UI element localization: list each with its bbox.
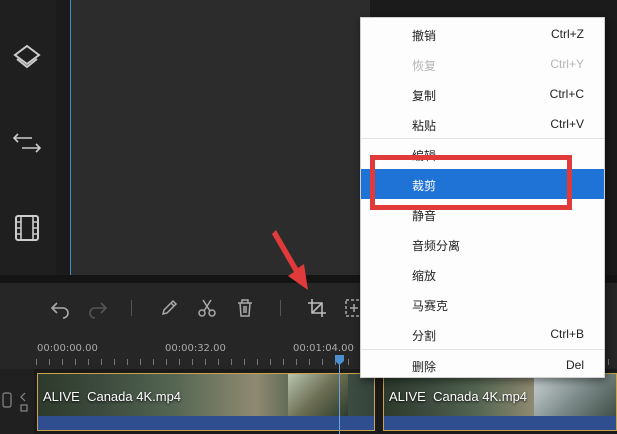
audio-bar [384,416,616,430]
menu-item-label: 删除 [412,360,437,374]
red-arrow-annotation [272,230,308,290]
menu-item-shortcut: Del [565,358,584,372]
menu-item-label: 复制 [412,89,437,103]
video-clip[interactable]: ALIVE Canada 4K.mp4 [37,373,375,431]
menu-item-split[interactable]: 分割 Ctrl+B [361,319,604,349]
clip-title: ALIVE Canada 4K.mp4 [43,389,182,404]
menu-item-zoom[interactable]: 缩放 [361,259,604,289]
trash-icon[interactable] [234,297,256,319]
menu-item-paste[interactable]: 粘贴 Ctrl+V [361,109,604,139]
toolbar-separator [280,300,281,316]
menu-item-shortcut: Ctrl+Z [551,27,584,41]
menu-item-label: 缩放 [412,269,437,283]
ruler-tick-label: 00:00:00.00 [37,343,98,354]
menu-item-shortcut: Ctrl+B [550,327,584,341]
menu-item-shortcut: Ctrl+Y [550,57,584,71]
menu-item-label: 音频分离 [412,239,461,253]
menu-item-copy[interactable]: 复制 Ctrl+C [361,79,604,109]
menu-item-mosaic[interactable]: 马赛克 [361,289,604,319]
clip-title: ALIVE Canada 4K.mp4 [389,389,528,404]
menu-item-label: 粘贴 [412,119,437,133]
menu-item-delete[interactable]: 删除 Del [361,350,604,380]
menu-item-label: 撤销 [412,29,437,43]
menu-item-label: 马赛克 [412,299,449,313]
menu-item-redo[interactable]: 恢复 Ctrl+Y [361,49,604,79]
menu-item-undo[interactable]: 撤销 Ctrl+Z [361,19,604,49]
film-icon[interactable] [10,211,44,245]
menu-item-audio-detach[interactable]: 音频分离 [361,229,604,259]
video-clip[interactable]: ALIVE Canada 4K.mp4 [383,373,617,431]
layers-icon[interactable] [10,40,44,74]
crop-icon[interactable] [306,297,328,319]
menu-item-shortcut: Ctrl+C [549,87,584,101]
menu-item-label: 恢复 [412,59,437,73]
ruler-tick-label: 00:01:04.00 [293,343,354,354]
scissors-icon[interactable] [196,297,218,319]
redo-icon[interactable] [87,297,109,319]
track-header [0,369,34,434]
menu-item-shortcut: Ctrl+V [550,117,584,131]
toolbar-separator [131,300,132,316]
clip-thumbnail [534,374,616,418]
ruler-tick-label: 00:00:32.00 [165,343,226,354]
playhead-line[interactable] [339,355,340,434]
transition-icon[interactable] [10,126,44,160]
video-preview-panel[interactable] [70,0,370,275]
highlight-box [370,155,572,210]
left-tool-rail [0,0,56,277]
audio-bar [38,416,374,430]
menu-item-label: 分割 [412,329,437,343]
pencil-icon[interactable] [158,297,180,319]
undo-icon[interactable] [49,297,71,319]
